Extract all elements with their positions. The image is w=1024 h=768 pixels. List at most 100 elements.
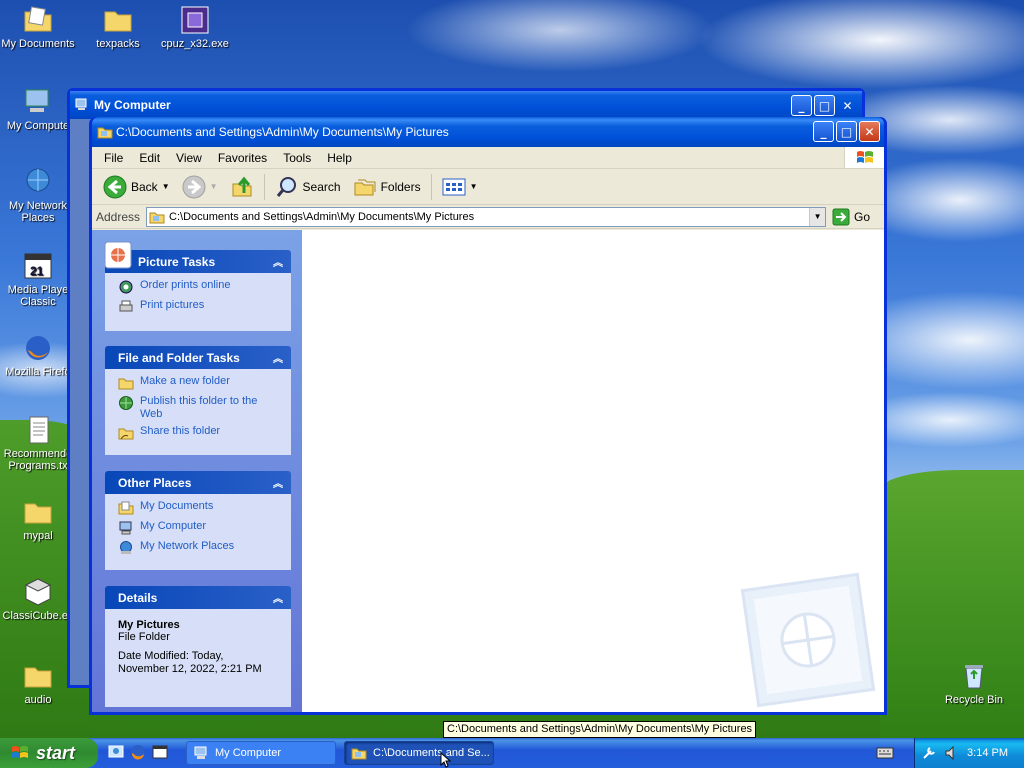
file-folder-tasks-header[interactable]: File and Folder Tasks ︽ bbox=[105, 346, 291, 369]
folders-button[interactable]: Folders bbox=[348, 172, 426, 202]
back-label: Back bbox=[131, 179, 158, 194]
details-panel: Details ︽ My Pictures File Folder Date M… bbox=[105, 586, 291, 707]
desktop-icon-mypal[interactable]: mypal bbox=[0, 496, 76, 542]
menu-bar: File Edit View Favorites Tools Help bbox=[92, 147, 884, 169]
place-my-documents[interactable]: My Documents bbox=[118, 500, 291, 516]
maximize-button[interactable]: □ bbox=[836, 121, 857, 142]
recycle-bin-icon bbox=[965, 665, 983, 689]
place-my-computer[interactable]: My Computer bbox=[118, 520, 291, 536]
details-item-type: File Folder bbox=[118, 631, 170, 643]
my-documents-icon bbox=[118, 501, 134, 515]
back-button[interactable]: Back ▼ bbox=[98, 172, 175, 202]
task-label: My Computer bbox=[140, 520, 207, 532]
menu-file[interactable]: File bbox=[96, 151, 131, 165]
keyboard-icon[interactable] bbox=[876, 746, 894, 760]
menu-help[interactable]: Help bbox=[319, 151, 360, 165]
mouse-cursor-icon bbox=[440, 752, 452, 768]
task-print-pictures[interactable]: Print pictures bbox=[118, 299, 291, 315]
address-bar: Address C:\Documents and Settings\Admin\… bbox=[92, 205, 884, 229]
collapse-chevron-icon[interactable]: ︽ bbox=[271, 475, 285, 490]
desktop-icon-media-player-classic[interactable]: 21 Media Playe Classic bbox=[0, 250, 76, 308]
my-pictures-window[interactable]: C:\Documents and Settings\Admin\My Docum… bbox=[89, 117, 887, 715]
desktop-icon-label: Recycle Bin bbox=[944, 694, 1004, 706]
desktop-icon-classicube[interactable]: ClassiCube.ex bbox=[0, 576, 76, 622]
minimize-button[interactable]: _ bbox=[813, 121, 834, 142]
collapse-chevron-icon[interactable]: ︽ bbox=[271, 254, 285, 269]
forward-dropdown-icon[interactable]: ▼ bbox=[210, 182, 218, 191]
desktop-icon-firefox[interactable]: Mozilla Firefo bbox=[0, 332, 76, 378]
task-pane: Picture Tasks ︽ Order prints online Prin… bbox=[92, 230, 302, 712]
taskbar-button-my-computer[interactable]: My Computer bbox=[186, 741, 336, 765]
tray-tools-icon[interactable] bbox=[921, 745, 937, 761]
volume-icon[interactable] bbox=[945, 745, 959, 761]
start-button[interactable]: start bbox=[0, 738, 98, 768]
content-area: Picture Tasks ︽ Order prints online Prin… bbox=[92, 230, 884, 712]
go-button[interactable]: Go bbox=[832, 208, 870, 226]
picture-tasks-body: Order prints online Print pictures bbox=[105, 273, 291, 331]
other-places-body: My Documents My Computer My Network Plac… bbox=[105, 494, 291, 570]
computer-icon bbox=[194, 746, 207, 759]
network-icon bbox=[120, 541, 132, 554]
folder-icon bbox=[351, 748, 367, 760]
views-icon bbox=[442, 178, 466, 195]
desktop-icon-my-documents[interactable]: My Documents bbox=[0, 4, 76, 50]
go-arrow-icon bbox=[832, 208, 850, 225]
views-dropdown-icon[interactable]: ▼ bbox=[470, 182, 478, 191]
clock[interactable]: 3:14 PM bbox=[967, 747, 1008, 759]
window-title: C:\Documents and Settings\Admin\My Docum… bbox=[116, 125, 449, 139]
desktop-icon-audio[interactable]: audio bbox=[0, 660, 76, 706]
address-label: Address bbox=[96, 209, 141, 224]
desktop-icon-label: My Compute bbox=[6, 120, 70, 132]
menu-edit[interactable]: Edit bbox=[131, 151, 168, 165]
desktop-icon-recommended-programs[interactable]: Recommende Programs.tx bbox=[0, 414, 76, 472]
search-icon bbox=[276, 176, 296, 197]
desktop-icon-cpuz[interactable]: cpuz_x32.exe bbox=[157, 4, 233, 50]
firefox-icon[interactable] bbox=[130, 744, 146, 760]
task-publish-folder[interactable]: Publish this folder to the Web bbox=[118, 395, 291, 421]
address-input[interactable]: C:\Documents and Settings\Admin\My Docum… bbox=[146, 206, 827, 227]
collapse-chevron-icon[interactable]: ︽ bbox=[271, 590, 285, 605]
menu-favorites[interactable]: Favorites bbox=[210, 151, 275, 165]
cpuz-chip-icon bbox=[181, 6, 209, 34]
close-button[interactable]: ✕ bbox=[837, 95, 858, 116]
collapse-chevron-icon[interactable]: ︽ bbox=[271, 350, 285, 365]
desktop-icon-recycle-bin[interactable]: Recycle Bin bbox=[936, 660, 1012, 706]
other-places-panel: Other Places ︽ My Documents My Computer … bbox=[105, 471, 291, 570]
forward-button[interactable]: ▼ bbox=[177, 172, 223, 202]
desktop-icon-texpacks[interactable]: texpacks bbox=[80, 4, 156, 50]
task-share-folder[interactable]: Share this folder bbox=[118, 425, 291, 441]
maximize-button[interactable]: □ bbox=[814, 95, 835, 116]
task-label: Share this folder bbox=[140, 425, 221, 437]
panel-title: Details bbox=[118, 590, 158, 605]
up-folder-icon bbox=[232, 176, 252, 196]
details-header[interactable]: Details ︽ bbox=[105, 586, 291, 609]
task-order-prints[interactable]: Order prints online bbox=[118, 279, 291, 295]
file-list-pane[interactable] bbox=[302, 230, 884, 712]
show-desktop-icon[interactable] bbox=[108, 744, 124, 760]
other-places-header[interactable]: Other Places ︽ bbox=[105, 471, 291, 494]
back-dropdown-icon[interactable]: ▼ bbox=[162, 182, 170, 191]
address-tooltip: C:\Documents and Settings\Admin\My Docum… bbox=[443, 721, 757, 738]
start-label: start bbox=[36, 742, 76, 763]
toolbar-separator bbox=[430, 173, 432, 200]
media-player-icon[interactable] bbox=[152, 744, 168, 760]
standard-toolbar: Back ▼ ▼ Search Folders ▼ bbox=[92, 169, 884, 205]
desktop-icon-my-computer[interactable]: My Compute bbox=[0, 86, 76, 132]
menu-tools[interactable]: Tools bbox=[275, 151, 319, 165]
place-my-network-places[interactable]: My Network Places bbox=[118, 540, 291, 556]
taskbar-button-my-pictures[interactable]: C:\Documents and Se... bbox=[344, 741, 494, 765]
search-button[interactable]: Search bbox=[270, 172, 346, 202]
my-computer-titlebar[interactable]: My Computer _ □ ✕ bbox=[70, 91, 862, 119]
file-folder-tasks-body: Make a new folder Publish this folder to… bbox=[105, 369, 291, 455]
my-pictures-titlebar[interactable]: C:\Documents and Settings\Admin\My Docum… bbox=[92, 117, 884, 147]
up-button[interactable] bbox=[225, 172, 259, 202]
share-folder-icon bbox=[118, 428, 134, 440]
close-button[interactable]: ✕ bbox=[859, 121, 880, 142]
task-make-new-folder[interactable]: Make a new folder bbox=[118, 375, 291, 391]
minimize-button[interactable]: _ bbox=[791, 95, 812, 116]
views-button[interactable]: ▼ bbox=[437, 172, 483, 202]
desktop-icon-my-network-places[interactable]: My Network Places bbox=[0, 166, 76, 224]
menu-view[interactable]: View bbox=[168, 151, 210, 165]
address-dropdown-icon[interactable]: ▼ bbox=[809, 207, 826, 226]
desktop-icon-label: texpacks bbox=[96, 38, 140, 50]
